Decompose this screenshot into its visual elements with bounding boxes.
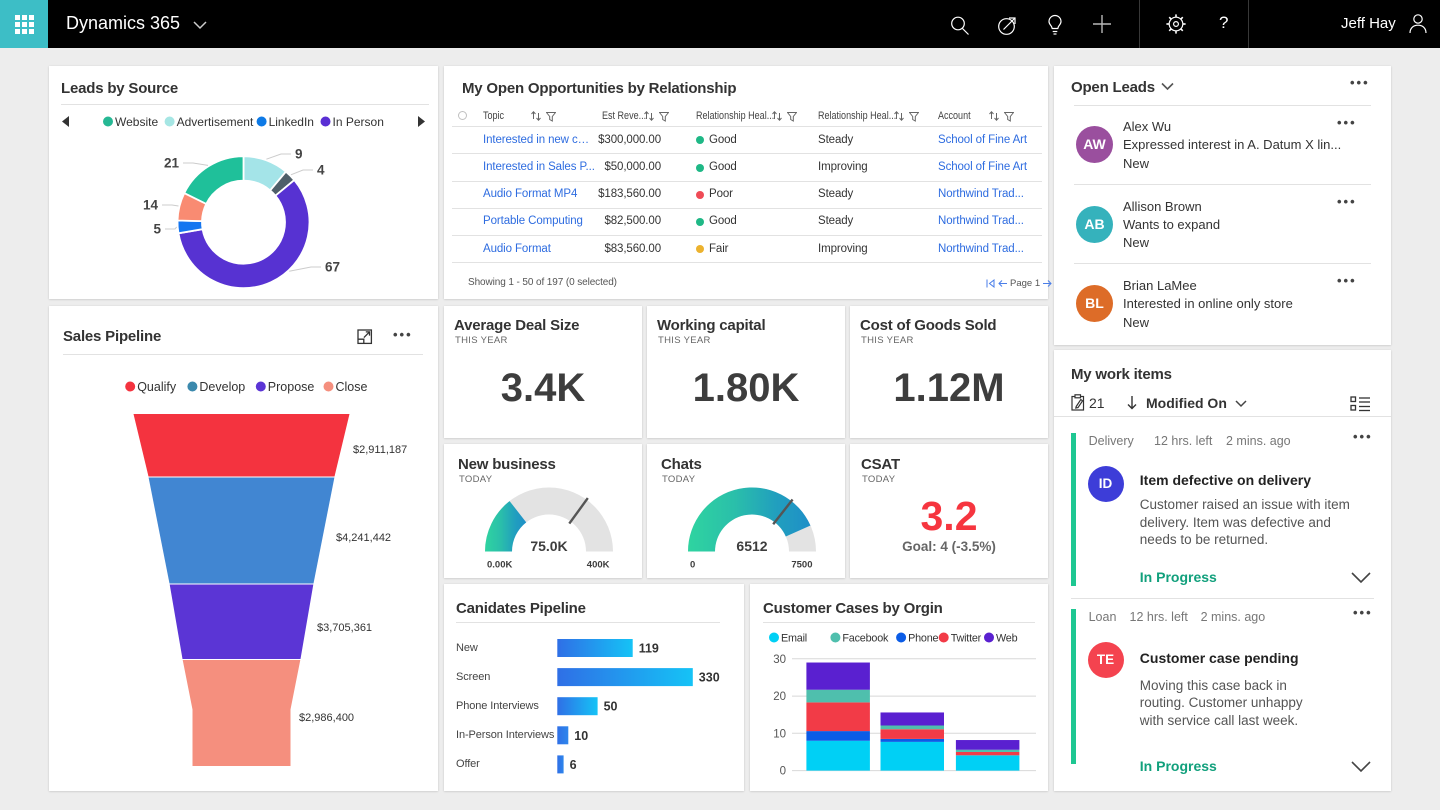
svg-text:$4,241,442: $4,241,442 — [336, 532, 391, 544]
svg-text:Facebook: Facebook — [842, 633, 889, 645]
svg-text:0: 0 — [780, 766, 786, 778]
svg-text:Advertisement: Advertisement — [177, 115, 254, 129]
svg-text:20: 20 — [773, 691, 786, 703]
svg-text:50: 50 — [604, 700, 618, 714]
svg-text:67: 67 — [325, 260, 340, 275]
svg-text:10: 10 — [773, 728, 786, 740]
svg-text:119: 119 — [639, 642, 659, 656]
svg-text:Email: Email — [781, 633, 807, 645]
svg-text:Develop: Develop — [199, 380, 245, 394]
svg-text:Twitter: Twitter — [951, 633, 982, 645]
svg-text:10: 10 — [574, 729, 588, 743]
svg-text:6512: 6512 — [736, 538, 767, 554]
svg-text:Propose: Propose — [268, 380, 315, 394]
svg-text:Phone: Phone — [908, 633, 938, 645]
svg-text:$2,986,400: $2,986,400 — [299, 712, 354, 724]
svg-text:0: 0 — [690, 560, 695, 571]
svg-text:75.0K: 75.0K — [530, 538, 567, 554]
svg-text:330: 330 — [699, 671, 720, 685]
svg-text:Close: Close — [336, 380, 368, 394]
svg-text:400K: 400K — [587, 560, 610, 571]
svg-text:9: 9 — [295, 147, 303, 162]
svg-text:Web: Web — [996, 633, 1018, 645]
svg-text:LinkedIn: LinkedIn — [269, 115, 314, 129]
svg-text:7500: 7500 — [791, 560, 812, 571]
svg-text:Website: Website — [115, 115, 158, 129]
svg-text:21: 21 — [164, 156, 180, 171]
svg-text:30: 30 — [773, 654, 786, 666]
svg-text:$2,911,187: $2,911,187 — [353, 444, 407, 456]
svg-text:In Person: In Person — [333, 115, 384, 129]
svg-text:6: 6 — [570, 758, 577, 772]
svg-text:Qualify: Qualify — [137, 380, 177, 394]
svg-text:4: 4 — [317, 163, 325, 178]
svg-text:0.00K: 0.00K — [487, 560, 512, 571]
svg-text:5: 5 — [153, 222, 161, 237]
svg-text:$3,705,361: $3,705,361 — [317, 622, 372, 634]
svg-text:14: 14 — [143, 198, 159, 213]
